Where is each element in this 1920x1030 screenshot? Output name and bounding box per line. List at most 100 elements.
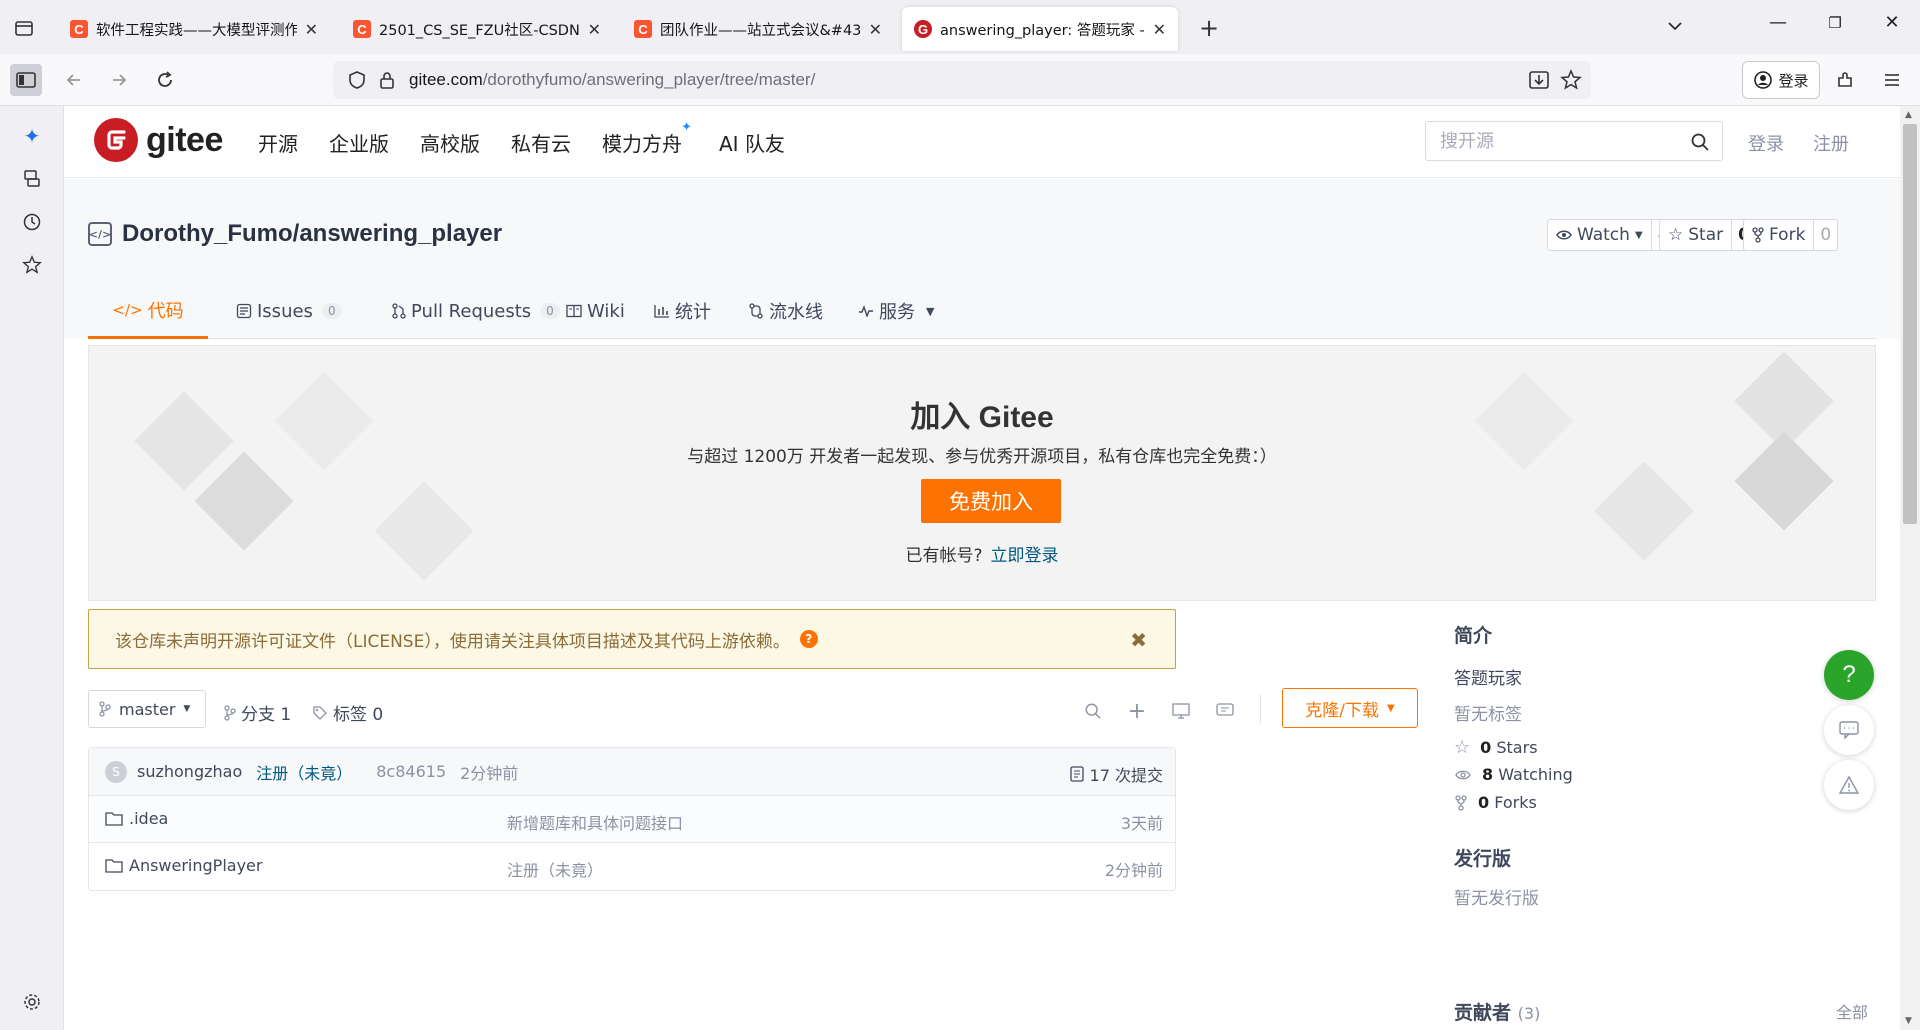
pull-requests-count-badge: 0: [540, 303, 560, 319]
close-tab-icon[interactable]: ✕: [305, 20, 318, 39]
comment-icon[interactable]: [1214, 700, 1236, 722]
browser-tab[interactable]: C 团队作业——站立式会议&#43; ✕: [622, 7, 894, 51]
join-gitee-banner: 加入 Gitee 与超过 1200万 开发者一起发现、参与优秀开源项目，私有仓库…: [88, 345, 1876, 601]
sidebar-toggle-button[interactable]: [10, 64, 42, 96]
add-file-icon[interactable]: +: [1126, 699, 1148, 724]
bookmarks-star-icon[interactable]: [20, 253, 44, 277]
search-input[interactable]: [1440, 130, 1680, 152]
tab-pull-requests[interactable]: Pull Requests 0: [392, 283, 560, 339]
tab-statistics[interactable]: 统计: [654, 283, 711, 339]
branch-select[interactable]: master ▼: [88, 690, 206, 728]
page-scrollbar[interactable]: ▲ ▼: [1900, 106, 1920, 1030]
commits-total-link[interactable]: 17 次提交: [1069, 762, 1163, 786]
new-tab-button[interactable]: +: [1195, 14, 1223, 42]
nav-ai-teammate[interactable]: AI 队友: [719, 128, 785, 157]
forward-button[interactable]: [103, 64, 135, 96]
commit-history-icon: [1069, 766, 1084, 782]
tab-issues[interactable]: Issues 0: [236, 283, 342, 339]
account-login-button[interactable]: 登录: [1742, 61, 1820, 99]
tab-wiki[interactable]: Wiki: [566, 283, 625, 339]
tags-link[interactable]: 标签 0: [312, 700, 383, 725]
commit-author-link[interactable]: suzhongzhao: [137, 762, 242, 781]
close-window-button[interactable]: ✕: [1877, 12, 1907, 33]
history-clock-icon[interactable]: [20, 210, 44, 234]
fork-button[interactable]: Fork 0: [1743, 219, 1839, 251]
nav-open-source[interactable]: 开源: [258, 128, 298, 157]
synced-tabs-icon[interactable]: [20, 167, 44, 191]
license-warning-text: 该仓库未声明开源许可证文件（LICENSE），使用请关注具体项目描述及其代码上游…: [115, 631, 790, 652]
lock-icon[interactable]: [377, 70, 397, 90]
nav-private-cloud[interactable]: 私有云: [511, 128, 571, 157]
close-tab-icon[interactable]: ✕: [869, 20, 882, 39]
watch-button[interactable]: Watch▼ 8: [1547, 219, 1677, 251]
web-ide-icon[interactable]: [1170, 700, 1192, 722]
forks-label: Forks: [1494, 793, 1537, 812]
register-link[interactable]: 注册: [1813, 130, 1849, 156]
scrollbar-thumb[interactable]: [1903, 124, 1917, 524]
close-tab-icon[interactable]: ✕: [1153, 20, 1166, 39]
tab-services[interactable]: 服务 ▼: [858, 283, 934, 339]
caret-down-icon: ▼: [1387, 702, 1395, 714]
gitee-logo[interactable]: gitee: [94, 118, 223, 162]
bookmark-star-icon[interactable]: [1560, 69, 1582, 91]
feedback-float-button[interactable]: [1824, 705, 1874, 755]
file-commit-message[interactable]: 注册（未竟）: [507, 857, 603, 881]
fork-count[interactable]: 0: [1813, 220, 1837, 250]
scroll-down-arrow-icon[interactable]: ▼: [1905, 1016, 1912, 1026]
stars-stat[interactable]: ☆ 0 Stars: [1454, 737, 1538, 758]
browser-tab[interactable]: C 2501_CS_SE_FZU社区-CSDN社 ✕: [341, 7, 613, 51]
tab-list-icon[interactable]: [10, 14, 38, 42]
forks-stat[interactable]: 0 Forks: [1454, 793, 1537, 812]
minimize-window-button[interactable]: —: [1763, 12, 1793, 33]
login-link[interactable]: 登录: [1748, 130, 1784, 156]
nav-enterprise[interactable]: 企业版: [329, 128, 389, 157]
close-tab-icon[interactable]: ✕: [588, 20, 601, 39]
issues-count-badge: 0: [321, 303, 342, 319]
nav-education[interactable]: 高校版: [420, 128, 480, 157]
browser-tab-active[interactable]: G answering_player: 答题玩家 - ✕: [902, 7, 1178, 51]
tab-issues-label: Issues: [257, 300, 313, 322]
close-warning-icon[interactable]: ✖: [1130, 628, 1147, 652]
tracking-protection-shield-icon[interactable]: [347, 70, 367, 90]
ai-sparkle-icon[interactable]: ✦: [20, 124, 44, 148]
login-now-link[interactable]: 立即登录: [991, 546, 1059, 566]
branches-link[interactable]: 分支 1: [224, 700, 291, 725]
reload-button[interactable]: [149, 64, 181, 96]
watching-stat[interactable]: 8 Watching: [1454, 765, 1573, 784]
repo-name-link[interactable]: Dorothy_Fumo/answering_player: [122, 220, 502, 248]
tab-services-label: 服务: [879, 302, 915, 323]
comment-icon: [1839, 721, 1859, 739]
clone-download-button[interactable]: 克隆/下载 ▼: [1282, 688, 1418, 728]
tab-pipeline[interactable]: 流水线: [748, 283, 823, 339]
browser-tab-bar: C 软件工程实践——大模型评测作 ✕ C 2501_CS_SE_FZU社区-CS…: [0, 0, 1920, 54]
contributors-all-link[interactable]: 全部: [1836, 999, 1868, 1023]
file-commit-message[interactable]: 新增题库和具体问题接口: [507, 810, 683, 834]
commit-message-link[interactable]: 注册（未竟）: [256, 760, 352, 784]
folder-link[interactable]: AnsweringPlayer: [105, 856, 262, 875]
help-question-icon[interactable]: ?: [799, 630, 818, 648]
scroll-up-arrow-icon[interactable]: ▲: [1905, 110, 1912, 120]
commit-sha-link[interactable]: 8c84615: [376, 762, 446, 781]
address-bar[interactable]: gitee.com/dorothyfumo/answering_player/t…: [333, 61, 1591, 99]
account-icon: [1754, 71, 1773, 89]
contributors-count: (3): [1517, 1004, 1541, 1023]
settings-gear-icon[interactable]: [20, 990, 44, 1014]
no-tags-text: 暂无标签: [1454, 705, 1522, 725]
restore-window-button[interactable]: ❐: [1820, 14, 1850, 32]
extensions-puzzle-icon[interactable]: [1829, 64, 1861, 96]
tab-code[interactable]: </> 代码: [88, 283, 208, 339]
app-menu-icon[interactable]: [1876, 64, 1908, 96]
free-join-button[interactable]: 免费加入: [921, 479, 1061, 523]
search-icon[interactable]: [1690, 132, 1710, 152]
help-float-button[interactable]: ?: [1824, 650, 1874, 700]
folder-link[interactable]: .idea: [105, 809, 168, 828]
nav-moli-fangzhou[interactable]: 模力方舟 ✦: [602, 120, 692, 157]
tab-overflow-chevron-icon[interactable]: [1660, 14, 1690, 38]
avatar[interactable]: S: [105, 760, 127, 783]
browser-tab[interactable]: C 软件工程实践——大模型评测作 ✕: [58, 7, 330, 51]
back-button[interactable]: [58, 64, 90, 96]
save-page-icon[interactable]: [1528, 70, 1550, 90]
report-float-button[interactable]: [1824, 760, 1874, 810]
search-files-icon[interactable]: [1082, 700, 1104, 722]
pulse-icon: [859, 305, 873, 317]
